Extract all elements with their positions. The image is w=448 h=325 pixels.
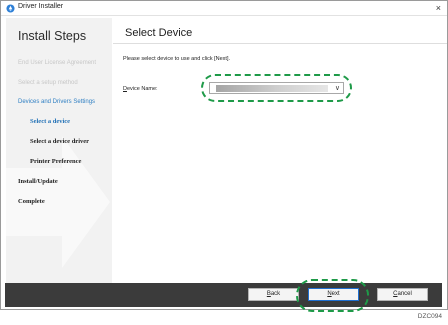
page-header: Select Device [113,18,447,44]
step-select-device: Select a device [30,118,71,125]
device-name-select[interactable]: ∨ [209,82,344,94]
cancel-label: ancel [397,291,412,297]
back-button[interactable]: Back [248,288,299,301]
back-label: ack [270,291,281,297]
instruction-text: Please select device to use and click [N… [123,56,230,62]
next-label: ext [331,291,340,297]
sidebar-arrow-watermark [6,136,110,268]
figure-code: DZC094 [417,313,442,320]
steps-heading: Install Steps [18,29,87,43]
install-steps-sidebar: Install Steps End User License Agreement… [6,18,112,284]
step-complete: Complete [18,198,45,205]
step-install-update: Install/Update [18,178,58,185]
step-license-agreement: End User License Agreement [18,60,97,66]
title-bar: Driver Installer × [1,1,447,16]
driver-installer-icon [6,4,15,13]
step-select-device-driver: Select a device driver [30,138,90,145]
chevron-down-icon[interactable]: ∨ [335,84,340,93]
next-button[interactable]: Next [308,288,359,301]
page-title: Select Device [125,27,193,39]
button-bar: Back Next Cancel [5,283,442,307]
cancel-button[interactable]: Cancel [377,288,428,301]
installer-window: Driver Installer × Install Steps End Use… [0,0,448,310]
device-name-value [216,85,328,92]
device-name-label-text: evice Name: [126,86,158,92]
close-icon[interactable]: × [436,2,441,14]
step-printer-preference: Printer Preference [30,158,82,165]
window-title: Driver Installer [18,3,64,10]
step-setup-method: Select a setup method [18,80,78,86]
device-name-label: Device Name: [123,86,158,92]
step-devices-drivers-settings: Devices and Drivers Settings [18,99,96,105]
